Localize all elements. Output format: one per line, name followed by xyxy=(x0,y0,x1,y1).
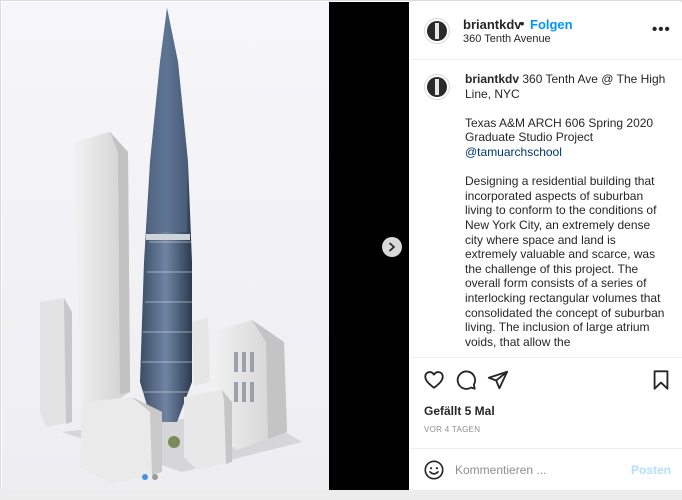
avatar-image xyxy=(427,77,447,97)
bookmark-icon[interactable] xyxy=(650,369,672,391)
avatar-image xyxy=(427,21,447,41)
caption-para2: Texas A&M ARCH 606 Spring 2020 Graduate … xyxy=(465,115,654,145)
caption-text: briantkdv 360 Tenth Ave @ The High Line,… xyxy=(465,72,671,357)
comment-icon[interactable] xyxy=(455,369,477,391)
follow-button[interactable]: Folgen xyxy=(530,17,573,32)
header-separator: • xyxy=(520,16,525,31)
page-bottom-strip xyxy=(0,490,682,500)
caption-mention[interactable]: @tamuarchschool xyxy=(465,145,562,159)
emoji-icon[interactable] xyxy=(423,459,445,481)
carousel-indicator xyxy=(142,474,158,480)
caption-para3: Designing a residential building that in… xyxy=(465,174,665,349)
heart-icon[interactable] xyxy=(423,369,445,391)
post-frame: briantkdv • Folgen 360 Tenth Avenue ••• … xyxy=(0,0,682,500)
post-sidebar: briantkdv • Folgen 360 Tenth Avenue ••• … xyxy=(410,2,682,490)
share-icon[interactable] xyxy=(487,369,509,391)
post-comment-button[interactable]: Posten xyxy=(631,463,671,477)
carousel-next-button[interactable] xyxy=(382,237,402,257)
carousel-dot-2 xyxy=(152,474,158,480)
building-render-image xyxy=(2,2,329,490)
location-link[interactable]: 360 Tenth Avenue xyxy=(463,33,551,45)
caption-area: briantkdv 360 Tenth Ave @ The High Line,… xyxy=(410,60,682,357)
header-username[interactable]: briantkdv xyxy=(463,17,522,32)
comment-input[interactable] xyxy=(455,461,615,479)
post-media xyxy=(2,2,409,490)
caption-username[interactable]: briantkdv xyxy=(465,72,519,86)
chevron-right-icon xyxy=(389,242,395,252)
comment-bar: Posten xyxy=(410,448,682,490)
post-header: briantkdv • Folgen 360 Tenth Avenue ••• xyxy=(410,2,682,60)
caption-avatar[interactable] xyxy=(424,74,450,100)
avatar[interactable] xyxy=(424,18,450,44)
more-options-icon[interactable]: ••• xyxy=(652,21,671,38)
post-image[interactable] xyxy=(2,2,329,490)
carousel-dot-1 xyxy=(142,474,148,480)
likes-count[interactable]: Gefällt 5 Mal xyxy=(424,404,495,418)
post-timestamp[interactable]: VOR 4 TAGEN xyxy=(424,425,480,434)
